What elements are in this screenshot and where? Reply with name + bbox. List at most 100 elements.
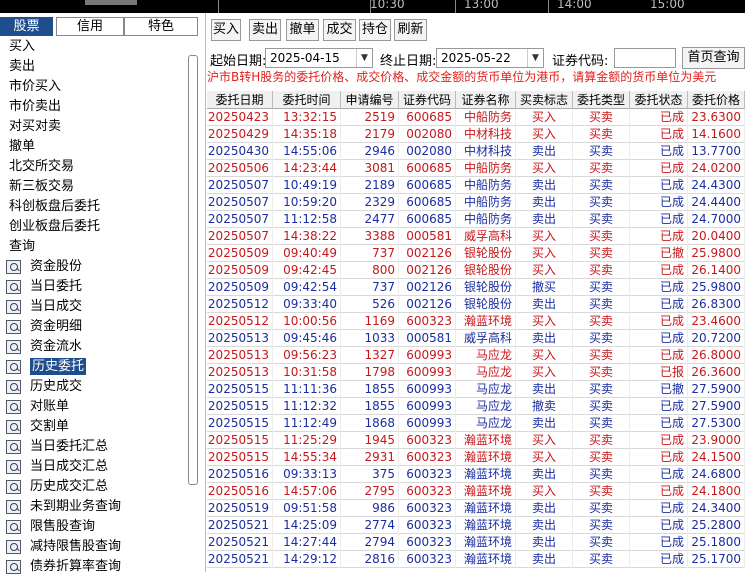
table-cell: 中船防务 [456, 160, 516, 177]
home-query-button[interactable]: 首页查询 [682, 47, 745, 69]
code-input[interactable] [614, 48, 676, 68]
table-row[interactable]: 20250521 14:29:12 2816 600323 瀚蓝环境 卖出 买卖 已成 25.1… [207, 551, 745, 568]
table-cell: 买入 [516, 313, 573, 330]
table-row[interactable]: 20250521 14:25:09 2774 600323 瀚蓝环境 卖出 买卖 已成 25.2… [207, 517, 745, 534]
end-date-value: 2025-05-22 [441, 51, 511, 65]
column-header[interactable]: 证券代码 [399, 91, 456, 109]
table-cell: 买卖 [573, 517, 630, 534]
table-row[interactable]: 20250515 11:12:49 1868 600993 马应龙 卖出 买卖 已成 27.53… [207, 415, 745, 432]
table-row[interactable]: 20250507 14:38:22 3388 000581 威孚高科 买入 买卖 已成 20.0… [207, 228, 745, 245]
menu-item[interactable]: 买入 [0, 37, 190, 57]
table-cell: 20250507 [207, 177, 273, 194]
table-cell: 14:55:06 [273, 143, 341, 160]
table-cell: 600323 [399, 551, 456, 568]
menu-item[interactable]: 历史成交 [0, 377, 190, 397]
table-cell: 买卖 [573, 449, 630, 466]
table-cell: 2931 [341, 449, 399, 466]
table-cell: 卖出 [516, 466, 573, 483]
table-row[interactable]: 20250521 14:27:44 2794 600323 瀚蓝环境 卖出 买卖 已成 25.1… [207, 534, 745, 551]
table-row[interactable]: 20250515 11:12:32 1855 600993 马应龙 撤卖 买卖 已成 27.59… [207, 398, 745, 415]
table-row[interactable]: 20250509 09:40:49 737 002126 银轮股份 买入 买卖 已撤 25.98… [207, 245, 745, 262]
table-cell: 26.3600 [688, 364, 745, 381]
menu-item[interactable]: 债券折算率查询 [0, 557, 190, 577]
search-doc-icon [6, 300, 21, 314]
menu-item[interactable]: 历史成交汇总 [0, 477, 190, 497]
start-date-picker[interactable]: 2025-04-15 ▼ [265, 48, 373, 68]
table-cell: 14:38:22 [273, 228, 341, 245]
menu-item[interactable]: 当日委托汇总 [0, 437, 190, 457]
buy-button[interactable]: 买入 [211, 19, 241, 41]
positions-button[interactable]: 持仓 [359, 19, 391, 41]
menu-item[interactable]: 未到期业务查询 [0, 497, 190, 517]
table-row[interactable]: 20250430 14:55:06 2946 002080 中材科技 卖出 买卖 已成 13.7… [207, 143, 745, 160]
tab-special[interactable]: 特色 [124, 17, 198, 36]
menu-item[interactable]: 历史委托 [0, 357, 190, 377]
table-row[interactable]: 20250429 14:35:18 2179 002080 中材科技 买入 买卖 已成 14.1… [207, 126, 745, 143]
table-row[interactable]: 20250513 09:45:46 1033 000581 威孚高科 卖出 买卖 已成 20.7… [207, 330, 745, 347]
column-header[interactable]: 申请编号 [341, 91, 399, 109]
table-row[interactable]: 20250512 09:33:40 526 002126 银轮股份 卖出 买卖 已成 26.83… [207, 296, 745, 313]
menu-item[interactable]: 资金流水 [0, 337, 190, 357]
column-header[interactable]: 证券名称 [456, 91, 516, 109]
table-row[interactable]: 20250507 10:49:19 2189 600685 中船防务 卖出 买卖 已成 24.4… [207, 177, 745, 194]
refresh-button[interactable]: 刷新 [394, 19, 427, 41]
cancel-order-button[interactable]: 撤单 [286, 19, 319, 41]
table-cell: 已成 [630, 330, 688, 347]
table-cell: 14:25:09 [273, 517, 341, 534]
end-date-picker[interactable]: 2025-05-22 ▼ [436, 48, 544, 68]
column-header[interactable]: 买卖标志 [516, 91, 573, 109]
table-row[interactable]: 20250515 11:11:36 1855 600993 马应龙 卖出 买卖 已撤 27.59… [207, 381, 745, 398]
menu-item[interactable]: 创业板盘后委托 [0, 217, 190, 237]
menu-item[interactable]: 新三板交易 [0, 177, 190, 197]
sell-button[interactable]: 卖出 [249, 19, 281, 41]
table-row[interactable]: 20250512 10:00:56 1169 600323 瀚蓝环境 买入 买卖 已成 23.4… [207, 313, 745, 330]
table-row[interactable]: 20250507 11:12:58 2477 600685 中船防务 卖出 买卖 已成 24.7… [207, 211, 745, 228]
table-row[interactable]: 20250513 10:31:58 1798 600993 马应龙 买入 买卖 已报 26.36… [207, 364, 745, 381]
menu-item[interactable]: 限售股查询 [0, 517, 190, 537]
table-row[interactable]: 20250519 09:51:58 986 600323 瀚蓝环境 卖出 买卖 已成 24.34… [207, 500, 745, 517]
column-header[interactable]: 委托日期 [207, 91, 273, 109]
column-header[interactable]: 委托时间 [273, 91, 341, 109]
menu-item-label: 资金明细 [30, 319, 83, 334]
menu-item[interactable]: 交割单 [0, 417, 190, 437]
column-header[interactable]: 委托类型 [573, 91, 630, 109]
table-cell: 已撤 [630, 381, 688, 398]
menu-item[interactable]: 科创板盘后委托 [0, 197, 190, 217]
chevron-down-icon[interactable]: ▼ [527, 49, 543, 67]
column-header[interactable]: 委托状态 [630, 91, 688, 109]
table-row[interactable]: 20250516 14:57:06 2795 600323 瀚蓝环境 买入 买卖 已成 24.1… [207, 483, 745, 500]
table-cell: 002126 [399, 279, 456, 296]
table-cell: 600323 [399, 483, 456, 500]
trades-button[interactable]: 成交 [323, 19, 356, 41]
table-cell: 卖出 [516, 500, 573, 517]
table-row[interactable]: 20250423 13:32:15 2519 600685 中船防务 买入 买卖 已成 23.6… [207, 109, 745, 126]
table-row[interactable]: 20250515 11:25:29 1945 600323 瀚蓝环境 买入 买卖 已成 23.9… [207, 432, 745, 449]
table-row[interactable]: 20250516 09:33:13 375 600323 瀚蓝环境 卖出 买卖 已成 24.68… [207, 466, 745, 483]
menu-item[interactable]: 撤单 [0, 137, 190, 157]
menu-item[interactable]: 当日成交汇总 [0, 457, 190, 477]
tab-stocks[interactable]: 股票 [0, 17, 53, 36]
menu-item[interactable]: 市价买入 [0, 77, 190, 97]
table-row[interactable]: 20250509 09:42:45 800 002126 银轮股份 买入 买卖 已成 26.14… [207, 262, 745, 279]
menu-item[interactable]: 市价卖出 [0, 97, 190, 117]
menu-item[interactable]: 对账单 [0, 397, 190, 417]
menu-item[interactable]: 卖出 [0, 57, 190, 77]
menu-item[interactable]: 当日委托 [0, 277, 190, 297]
table-row[interactable]: 20250507 10:59:20 2329 600685 中船防务 卖出 买卖 已成 24.4… [207, 194, 745, 211]
menu-item[interactable]: 资金股份 [0, 257, 190, 277]
menu-item[interactable]: 资金明细 [0, 317, 190, 337]
tab-credit[interactable]: 信用 [56, 17, 124, 36]
table-row[interactable]: 20250506 14:23:44 3081 600685 中船防务 买入 买卖 已成 24.0… [207, 160, 745, 177]
column-header[interactable]: 委托价格 [688, 91, 745, 109]
menu-item[interactable]: 减持限售股查询 [0, 537, 190, 557]
menu-item[interactable]: 北交所交易 [0, 157, 190, 177]
menu-item[interactable]: 对买对卖 [0, 117, 190, 137]
table-row[interactable]: 20250515 14:55:34 2931 600323 瀚蓝环境 买入 买卖 已成 24.1… [207, 449, 745, 466]
menu-item[interactable]: 当日成交 [0, 297, 190, 317]
menu-item[interactable]: 查询 [0, 237, 190, 257]
table-row[interactable]: 20250509 09:42:54 737 002126 银轮股份 撤买 买卖 已成 25.98… [207, 279, 745, 296]
table-cell: 威孚高科 [456, 330, 516, 347]
menu-scrollbar[interactable] [188, 55, 198, 485]
table-row[interactable]: 20250513 09:56:23 1327 600993 马应龙 买入 买卖 已成 26.80… [207, 347, 745, 364]
chevron-down-icon[interactable]: ▼ [356, 49, 372, 67]
